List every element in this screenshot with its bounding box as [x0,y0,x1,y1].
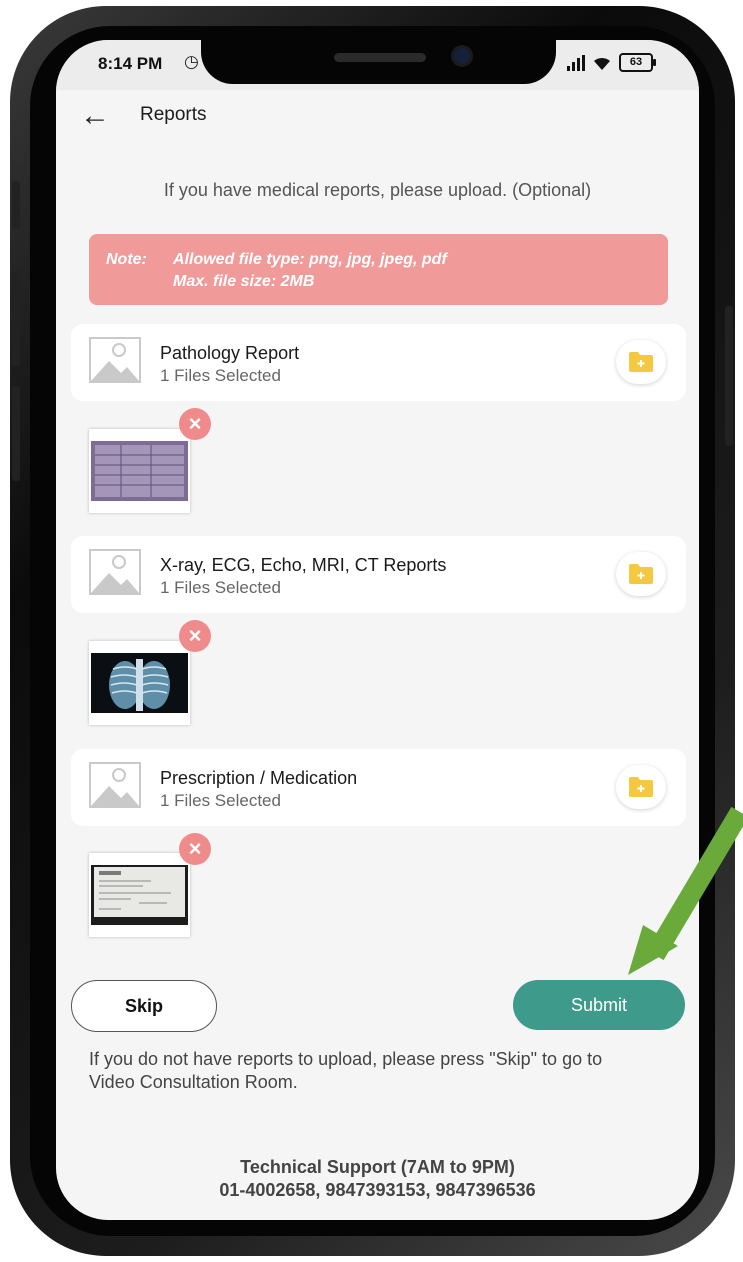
note-label: Note: [106,251,147,268]
pathology-report-thumbnail [91,441,188,501]
upload-title: Prescription / Medication [160,768,358,788]
wifi-icon [594,57,610,70]
prescription-thumbnail [91,865,188,925]
technical-support: Technical Support (7AM to 9PM) 01-400265… [56,1156,699,1202]
support-hours: Technical Support (7AM to 9PM) [240,1157,515,1177]
folder-add-icon [629,777,653,797]
front-camera [454,48,470,64]
skip-info-text: If you do not have reports to upload, pl… [89,1049,603,1092]
folder-add-button[interactable] [616,765,666,809]
image-placeholder-icon [89,337,141,383]
remove-file-button-pathology[interactable]: × [179,408,211,440]
notch [201,40,556,84]
signal-icon [567,54,585,71]
status-time: 8:14 PM [98,54,163,73]
upload-card-prescription[interactable]: Prescription / Medication 1 Files Select… [71,749,686,826]
speaker-grill [334,53,426,62]
upload-title: X-ray, ECG, Echo, MRI, CT Reports [160,555,447,575]
uploaded-file-preview-xray[interactable] [89,641,190,725]
upload-title: Pathology Report [160,343,300,363]
close-icon: × [188,411,202,436]
note-allowed-types: Allowed file type: png, jpg, jpeg, pdf [173,251,447,268]
alarm-icon: ◷ [184,52,199,71]
close-icon: × [188,836,202,861]
close-icon: × [188,623,202,648]
upload-card-imaging[interactable]: X-ray, ECG, Echo, MRI, CT Reports 1 File… [71,536,686,613]
uploaded-file-preview-prescription[interactable] [89,853,190,937]
app-header: ← Reports [56,90,699,146]
upload-status: 1 Files Selected [160,791,281,810]
image-placeholder-icon [89,549,141,595]
back-arrow-icon[interactable]: ← [80,101,112,134]
battery-icon: 63 [619,53,656,72]
phone-volume-down-button [12,386,20,481]
submit-button[interactable]: Submit [513,980,685,1030]
upload-status: 1 Files Selected [160,366,281,385]
uploaded-file-preview-pathology[interactable] [89,429,190,513]
phone-volume-up-button [12,271,20,366]
phone-screen: 8:14 PM ◷ 63 ← Reports If you have medic… [56,40,699,1220]
status-icons: 63 [567,53,656,72]
folder-add-icon [629,564,653,584]
xray-thumbnail [91,653,188,713]
upload-card-pathology[interactable]: Pathology Report 1 Files Selected [71,324,686,401]
note-max-size: Max. file size: 2MB [173,273,315,290]
remove-file-button-prescription[interactable]: × [179,833,211,865]
phone-power-button [725,306,733,446]
intro-text: If you have medical reports, please uplo… [163,180,592,200]
folder-add-icon [629,352,653,372]
page-title: Reports [140,104,207,125]
file-type-note: Note: Allowed file type: png, jpg, jpeg,… [89,234,668,305]
folder-add-button[interactable] [616,552,666,596]
remove-file-button-xray[interactable]: × [179,620,211,652]
folder-add-button[interactable] [616,340,666,384]
skip-button[interactable]: Skip [71,980,217,1032]
support-phone-numbers: 01-4002658, 9847393153, 9847396536 [219,1180,536,1200]
image-placeholder-icon [89,762,141,808]
phone-side-button [12,181,20,229]
upload-status: 1 Files Selected [160,578,281,597]
